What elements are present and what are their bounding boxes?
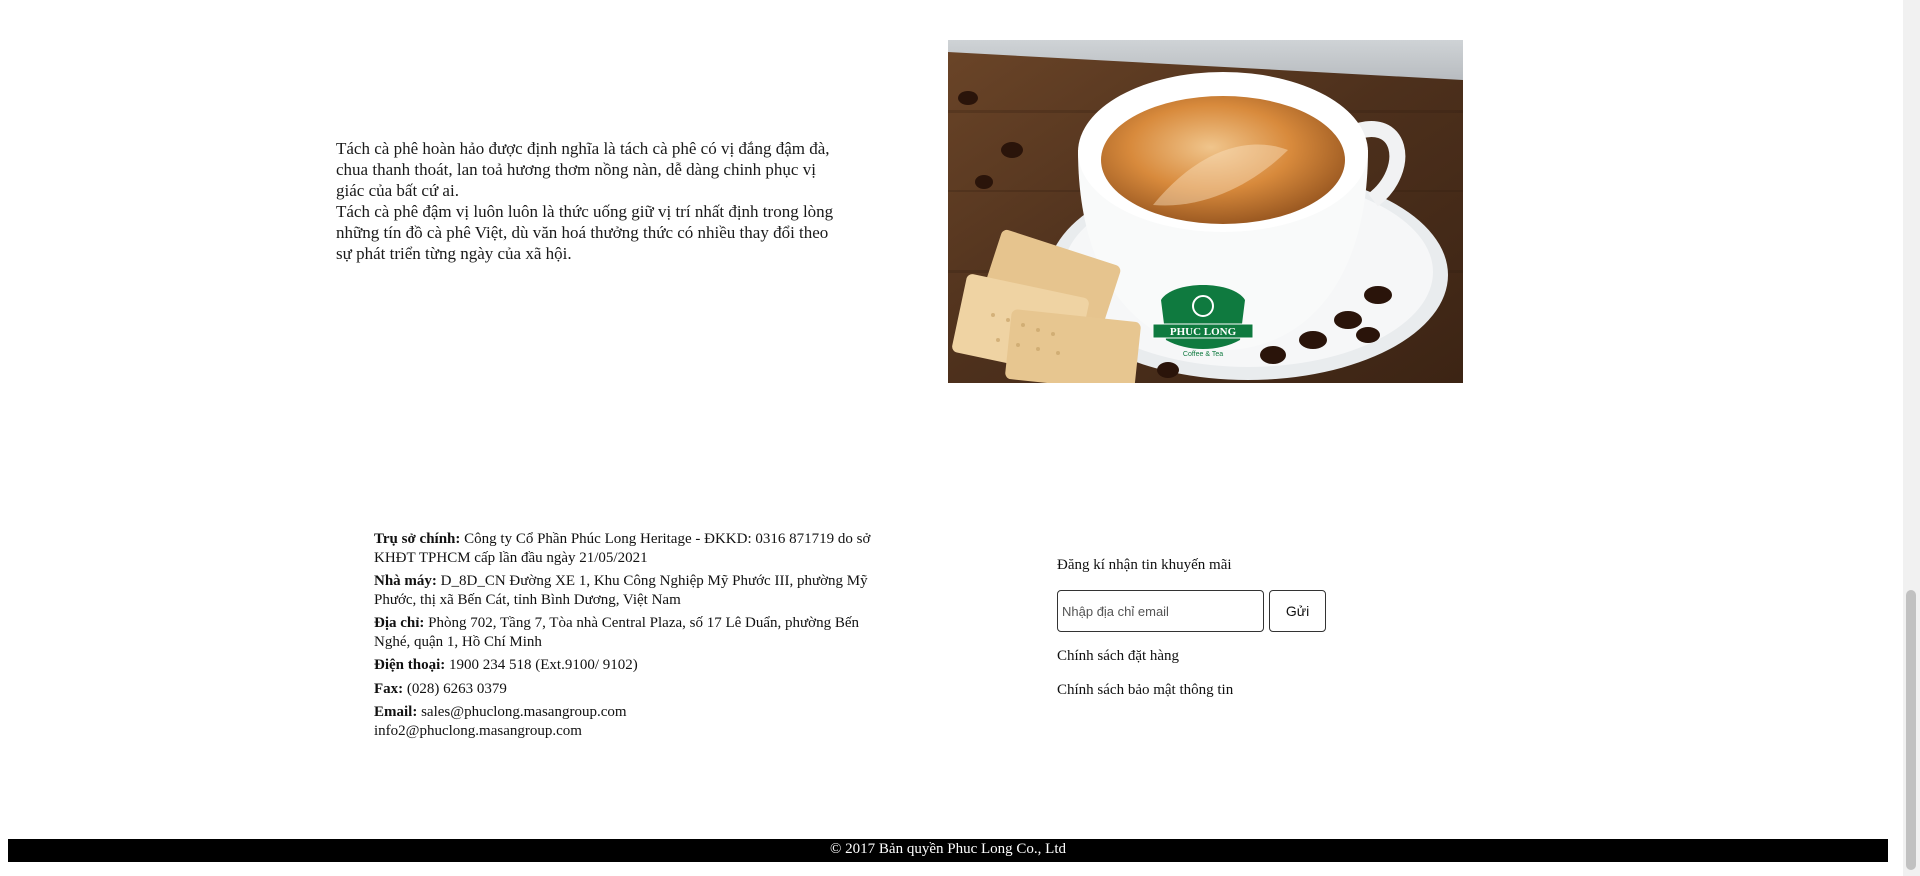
contact-info: Trụ sở chính: Công ty Cổ Phần Phúc Long …	[374, 530, 894, 745]
phone-value: 1900 234 518 (Ext.9100/ 9102)	[449, 657, 638, 673]
head-office-label: Trụ sở chính:	[374, 531, 461, 547]
email-input[interactable]	[1057, 590, 1264, 632]
intro-paragraph-2: Tách cà phê đậm vị luôn luôn là thức uốn…	[336, 202, 834, 263]
newsletter-title: Đăng kí nhận tin khuyến mãi	[1057, 557, 1232, 573]
address-value: Phòng 702, Tầng 7, Tòa nhà Central Plaza…	[374, 615, 860, 650]
email-value-2: info2@phuclong.masangroup.com	[374, 722, 582, 739]
factory-label: Nhà máy:	[374, 573, 437, 589]
fax-value: (028) 6263 0379	[406, 680, 507, 697]
email-value-1: sales@phuclong.masangroup.com	[421, 704, 627, 720]
intro-paragraph-1: Tách cà phê hoàn hảo được định nghĩa là …	[336, 139, 830, 200]
phone-row: Điện thoại: 1900 234 518 (Ext.9100/ 9102…	[374, 656, 894, 675]
address-label: Địa chỉ:	[374, 615, 425, 631]
phone-label: Điện thoại:	[374, 657, 446, 673]
newsletter-form: Gửi	[1057, 590, 1387, 632]
logo-text: PHUC LONG	[1170, 326, 1237, 338]
factory-row: Nhà máy: D_8D_CN Đường XE 1, Khu Công Ng…	[374, 572, 894, 609]
address-row: Địa chỉ: Phòng 702, Tầng 7, Tòa nhà Cent…	[374, 614, 894, 651]
page-scrollbar[interactable]	[1903, 0, 1920, 876]
order-policy-link[interactable]: Chính sách đặt hàng	[1057, 648, 1387, 665]
factory-value: D_8D_CN Đường XE 1, Khu Công Nghiệp Mỹ P…	[374, 573, 868, 608]
head-office-row: Trụ sở chính: Công ty Cổ Phần Phúc Long …	[374, 530, 894, 567]
fax-label: Fax:	[374, 680, 404, 697]
copyright-text: © 2017 Bản quyền Phuc Long Co., Ltd	[830, 841, 1066, 857]
intro-section: Tách cà phê hoàn hảo được định nghĩa là …	[336, 138, 836, 264]
newsletter-section: Đăng kí nhận tin khuyến mãi Gửi Chính sá…	[1057, 556, 1387, 716]
fax-row: Fax: (028) 6263 0379	[374, 680, 894, 699]
copyright-footer: © 2017 Bản quyền Phuc Long Co., Ltd	[8, 839, 1888, 862]
email-label: Email:	[374, 704, 418, 720]
privacy-policy-link[interactable]: Chính sách bảo mật thông tin	[1057, 682, 1387, 699]
coffee-cup-photo: PHUC LONG Coffee & Tea	[948, 40, 1463, 383]
scrollbar-thumb[interactable]	[1906, 590, 1916, 870]
email-row: Email: sales@phuclong.masangroup.com inf…	[374, 703, 894, 740]
send-button[interactable]: Gửi	[1269, 590, 1326, 632]
logo-tagline: Coffee & Tea	[1183, 351, 1223, 358]
